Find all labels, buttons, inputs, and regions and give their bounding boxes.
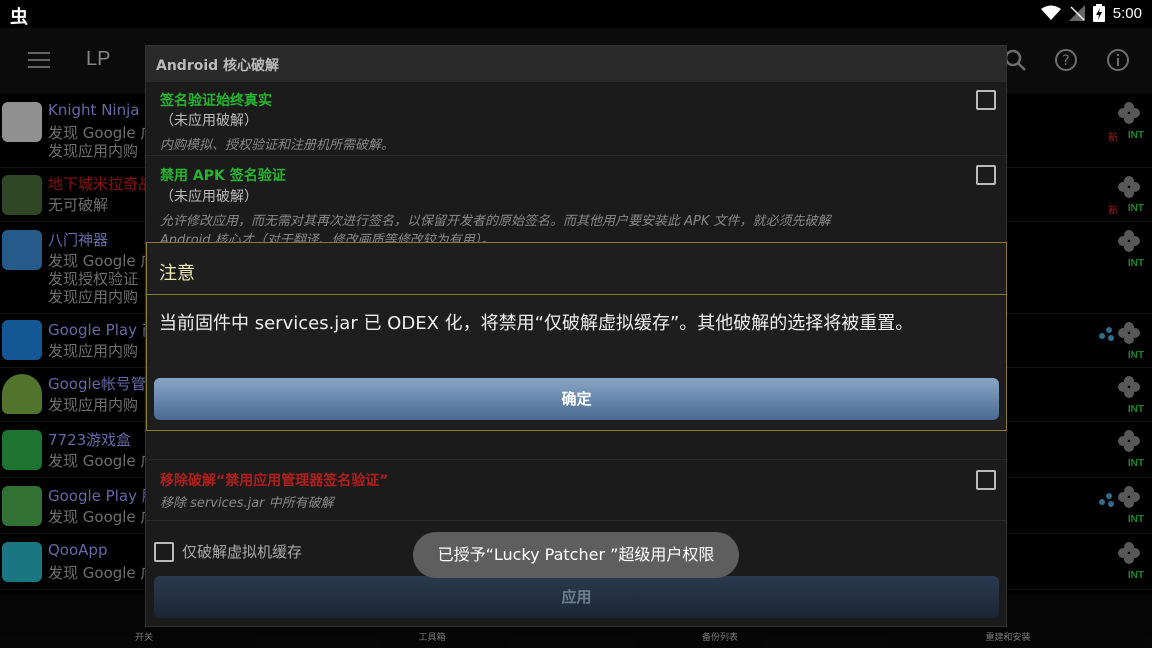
ok-button[interactable]: 确定 <box>154 378 999 420</box>
wifi-icon <box>1040 5 1061 20</box>
apply-button[interactable]: 应用 <box>154 576 999 618</box>
odex-only-option[interactable]: 仅破解虚拟机缓存 <box>154 541 302 562</box>
option-desc: 允许修改应用，而无需对其再次进行签名，以保留开发者的原始签名。而其他用户要安装此… <box>160 214 831 229</box>
option-status: （未应用破解） <box>160 189 258 205</box>
option-desc: 移除 services.jar 中所有破解 <box>160 496 334 511</box>
option-checkbox[interactable] <box>976 90 996 110</box>
option-desc: 内购模拟、授权验证和注册机所需破解。 <box>160 138 395 153</box>
option-checkbox[interactable] <box>976 470 996 490</box>
alert-divider <box>147 294 1006 295</box>
option-disable-apk-signature[interactable]: 禁用 APK 签名验证 （未应用破解） 允许修改应用，而无需对其再次进行签名，以… <box>146 156 1006 248</box>
odex-checkbox[interactable] <box>154 541 174 562</box>
alert-message: 当前固件中 services.jar 已 ODEX 化，将禁用“仅破解虚拟缓存”… <box>159 313 914 334</box>
status-icons: 5:00 <box>1040 4 1142 22</box>
toast-message: 已授予“Lucky Patcher ”超级用户权限 <box>413 532 739 578</box>
option-title: 禁用 APK 签名验证 <box>160 168 286 184</box>
option-remove-patch[interactable]: 移除破解“禁用应用管理器签名验证” 移除 services.jar 中所有破解 <box>146 459 1006 521</box>
battery-icon <box>1092 4 1105 22</box>
option-status: （未应用破解） <box>160 113 258 129</box>
dialog-title: Android 核心破解 <box>146 46 1006 82</box>
alert-dialog: 注意 当前固件中 services.jar 已 ODEX 化，将禁用“仅破解虚拟… <box>146 242 1007 431</box>
status-bar: 虫 5:00 <box>0 0 1152 28</box>
alert-title: 注意 <box>159 263 195 284</box>
no-signal-icon <box>1068 5 1085 21</box>
option-checkbox[interactable] <box>976 165 996 185</box>
odex-label: 仅破解虚拟机缓存 <box>182 543 303 561</box>
option-title: 移除破解“禁用应用管理器签名验证” <box>160 473 389 489</box>
app-notification-icon: 虫 <box>10 7 28 28</box>
option-signature-always-valid[interactable]: 签名验证始终真实 （未应用破解） 内购模拟、授权验证和注册机所需破解。 <box>146 82 1006 156</box>
option-title: 签名验证始终真实 <box>160 93 272 109</box>
clock: 5:00 <box>1112 4 1142 22</box>
